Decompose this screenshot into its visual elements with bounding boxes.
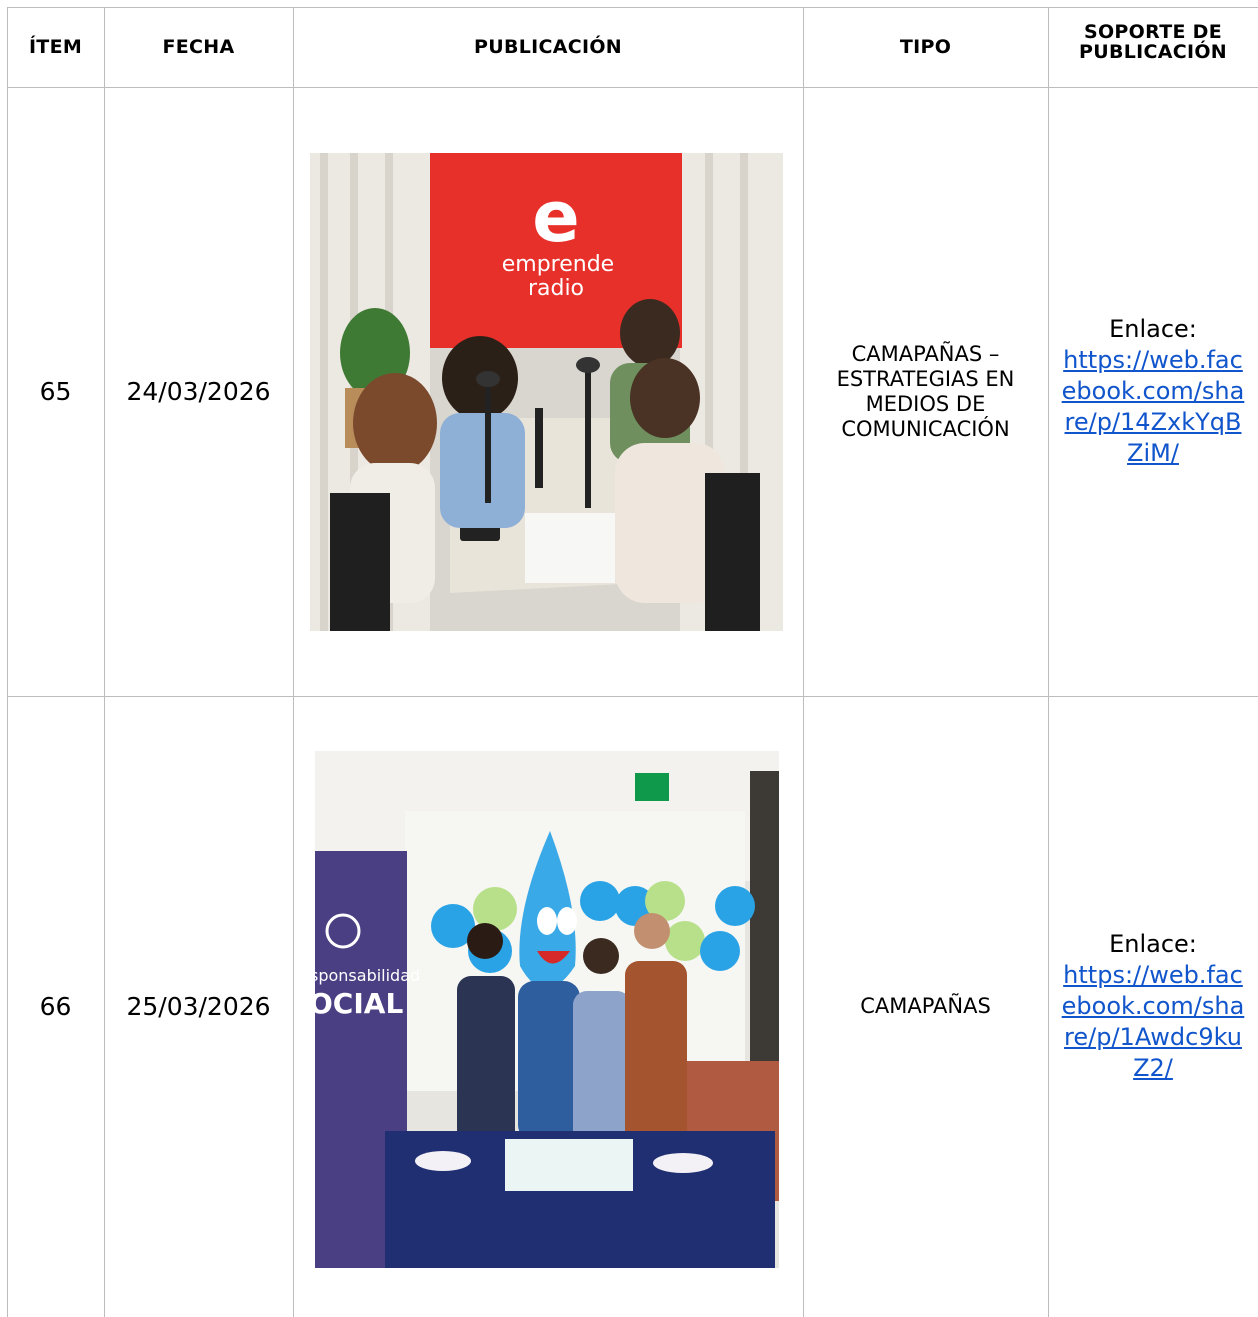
banner-line1: sponsabilidad xyxy=(315,966,420,985)
facebook-post-link[interactable]: https://web.facebook.com/share/p/1Awdc9k… xyxy=(1058,960,1248,1084)
row-66-soporte: Enlace: https://web.facebook.com/share/p… xyxy=(1048,696,1258,1317)
row-65-item: 65 xyxy=(39,377,72,406)
row-65-tipo: CAMAPAÑAS – ESTRATEGIAS EN MEDIOS DE COM… xyxy=(836,341,1015,441)
publication-photo-radio: e emprende radio xyxy=(310,153,783,631)
row-66-item: 66 xyxy=(39,992,72,1021)
publications-table: ÍTEM FECHA PUBLICACIÓN TIPO SOPORTE DE P… xyxy=(7,7,1258,1317)
facebook-post-link[interactable]: https://web.facebook.com/share/p/14ZxkYq… xyxy=(1058,345,1248,469)
link-label: Enlace: xyxy=(1109,930,1197,958)
header-item: ÍTEM xyxy=(28,36,83,58)
row-65-soporte: Enlace: https://web.facebook.com/share/p… xyxy=(1048,87,1258,696)
banner-line2: OCIAL xyxy=(315,987,403,1020)
publication-photo-campaign: sponsabilidad OCIAL xyxy=(315,751,779,1268)
link-label: Enlace: xyxy=(1109,315,1197,343)
header-publicacion: PUBLICACIÓN xyxy=(473,36,623,58)
row-66-tipo: CAMAPAÑAS xyxy=(860,994,991,1018)
grid-line xyxy=(293,7,294,1317)
row-66-fecha: 25/03/2026 xyxy=(126,992,271,1021)
header-tipo: TIPO xyxy=(899,36,952,58)
radio-logo-e: e xyxy=(532,176,579,258)
radio-logo-line2: radio xyxy=(528,276,584,301)
header-soporte: SOPORTE DE PUBLICACIÓN xyxy=(1078,21,1228,63)
header-fecha: FECHA xyxy=(162,36,235,58)
row-65-fecha: 24/03/2026 xyxy=(126,377,271,406)
radio-logo-line1: emprende xyxy=(502,252,614,277)
